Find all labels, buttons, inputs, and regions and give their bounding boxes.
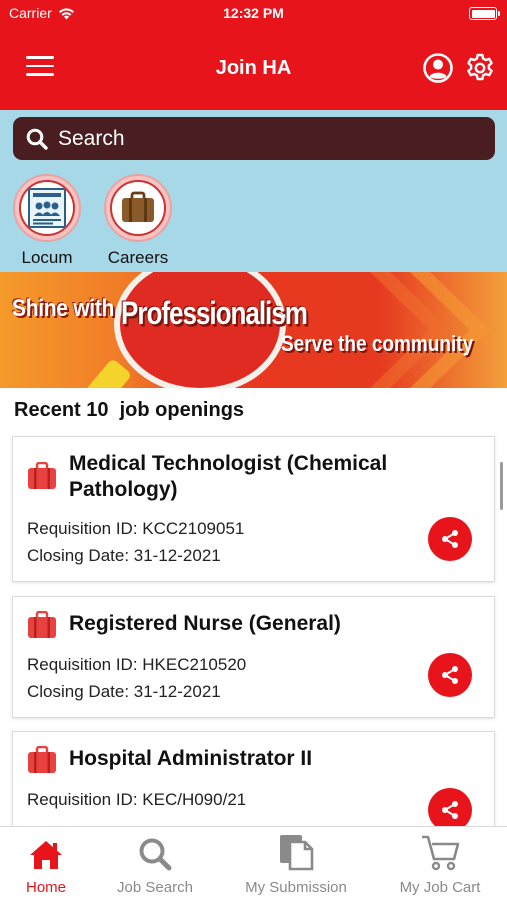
- search-placeholder: Search: [58, 126, 125, 150]
- tab-label: My Submission: [245, 879, 347, 896]
- promo-banner[interactable]: Shine with Professionalism Serve the com…: [0, 272, 507, 388]
- settings-gear-icon[interactable]: [464, 52, 496, 84]
- search-area: Search Locum Careers: [0, 110, 507, 272]
- tab-my-submission[interactable]: My Submission: [241, 827, 351, 896]
- status-bar: Carrier 12:32 PM: [0, 0, 507, 28]
- requisition-id: Requisition ID: KEC/H090/21: [27, 790, 247, 809]
- home-icon: [30, 841, 62, 869]
- banner-text-center: Professionalism: [121, 294, 308, 332]
- magnifier-handle: [77, 357, 133, 388]
- share-icon: [442, 530, 458, 548]
- requisition-id: Requisition ID: HKEC210520: [27, 655, 247, 674]
- share-icon: [442, 801, 458, 819]
- tab-label: Home: [25, 879, 66, 896]
- job-card[interactable]: Registered Nurse (General) Requisition I…: [12, 596, 495, 718]
- bottom-tab-bar: Home Job Search My Submission My Job Car…: [0, 826, 507, 900]
- quick-link-careers[interactable]: Careers: [103, 174, 173, 268]
- section-title: Recent 10 job openings: [14, 399, 245, 421]
- tab-my-job-cart[interactable]: My Job Cart: [393, 827, 487, 896]
- requisition-id: Requisition ID: KCC2109051: [27, 519, 245, 538]
- closing-date: Closing Date: 31-12-2021: [27, 546, 221, 565]
- quick-link-label: Locum: [21, 248, 73, 267]
- tab-label: Job Search: [117, 879, 193, 896]
- quick-link-label: Careers: [107, 248, 169, 267]
- tab-home[interactable]: Home: [14, 827, 78, 896]
- tab-label: My Job Cart: [399, 879, 481, 896]
- search-bar[interactable]: Search: [13, 117, 495, 160]
- battery-icon: [469, 7, 500, 20]
- banner-text-right: Serve the community: [281, 332, 474, 357]
- locum-document-icon: [28, 188, 66, 228]
- quick-link-locum[interactable]: Locum: [12, 174, 82, 268]
- status-time: 12:32 PM: [223, 5, 284, 21]
- account-icon[interactable]: [423, 53, 453, 83]
- share-button[interactable]: [428, 517, 472, 561]
- closing-date: Closing Date: 31-12-2021: [27, 682, 221, 701]
- job-title: Medical Technologist (Chemical Pathology…: [69, 452, 388, 501]
- job-briefcase-icon: [28, 611, 56, 638]
- job-briefcase-icon: [28, 746, 56, 773]
- banner-text-left: Shine with: [12, 295, 115, 322]
- tab-job-search[interactable]: Job Search: [110, 827, 200, 896]
- share-icon: [442, 666, 458, 684]
- cart-icon: [422, 835, 460, 871]
- app-header: Join HA: [0, 28, 507, 110]
- search-icon: [26, 128, 48, 150]
- share-button[interactable]: [428, 653, 472, 697]
- job-title: Hospital Administrator II: [69, 747, 313, 770]
- job-title: Registered Nurse (General): [69, 612, 341, 635]
- job-briefcase-icon: [28, 462, 56, 489]
- briefcase-icon: [122, 191, 154, 222]
- search-icon: [139, 838, 172, 871]
- banner-chevron-decoration: [370, 272, 490, 388]
- scrollbar[interactable]: [500, 462, 503, 510]
- documents-icon: [280, 835, 314, 871]
- job-card[interactable]: Medical Technologist (Chemical Pathology…: [12, 436, 495, 582]
